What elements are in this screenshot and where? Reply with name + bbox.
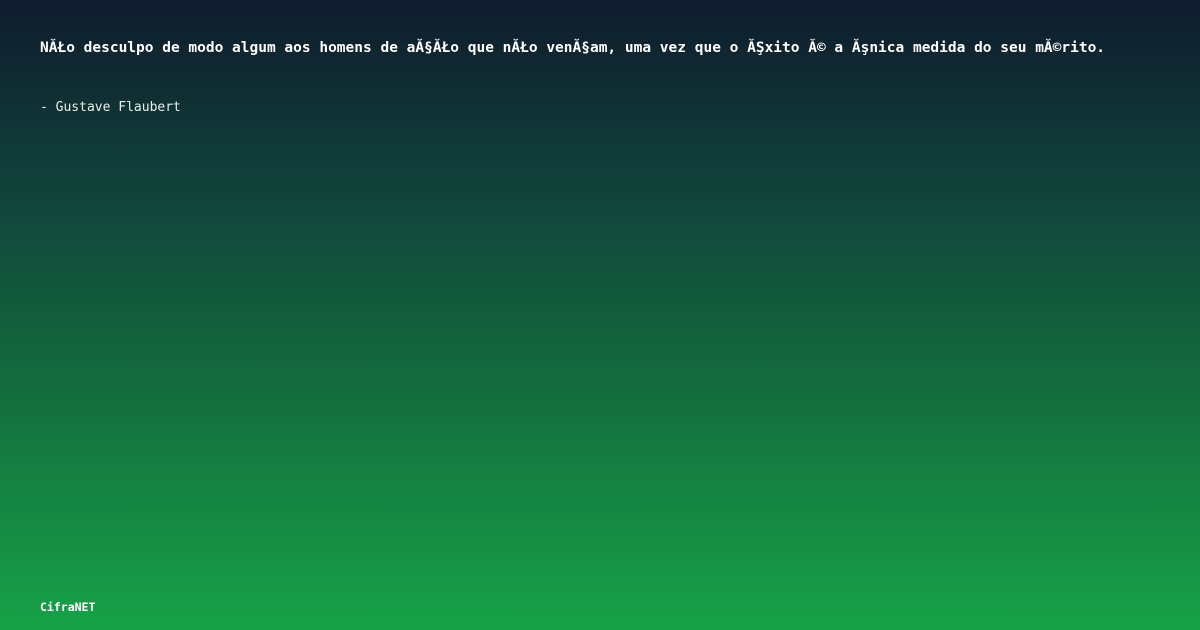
quote-card: NĂŁo desculpo de modo algum aos homens d…: [0, 0, 1200, 630]
quote-author: - Gustave Flaubert: [40, 100, 181, 115]
quote-text: NĂŁo desculpo de modo algum aos homens d…: [40, 40, 1106, 56]
brand-logo-text: CifraNET: [40, 600, 96, 614]
